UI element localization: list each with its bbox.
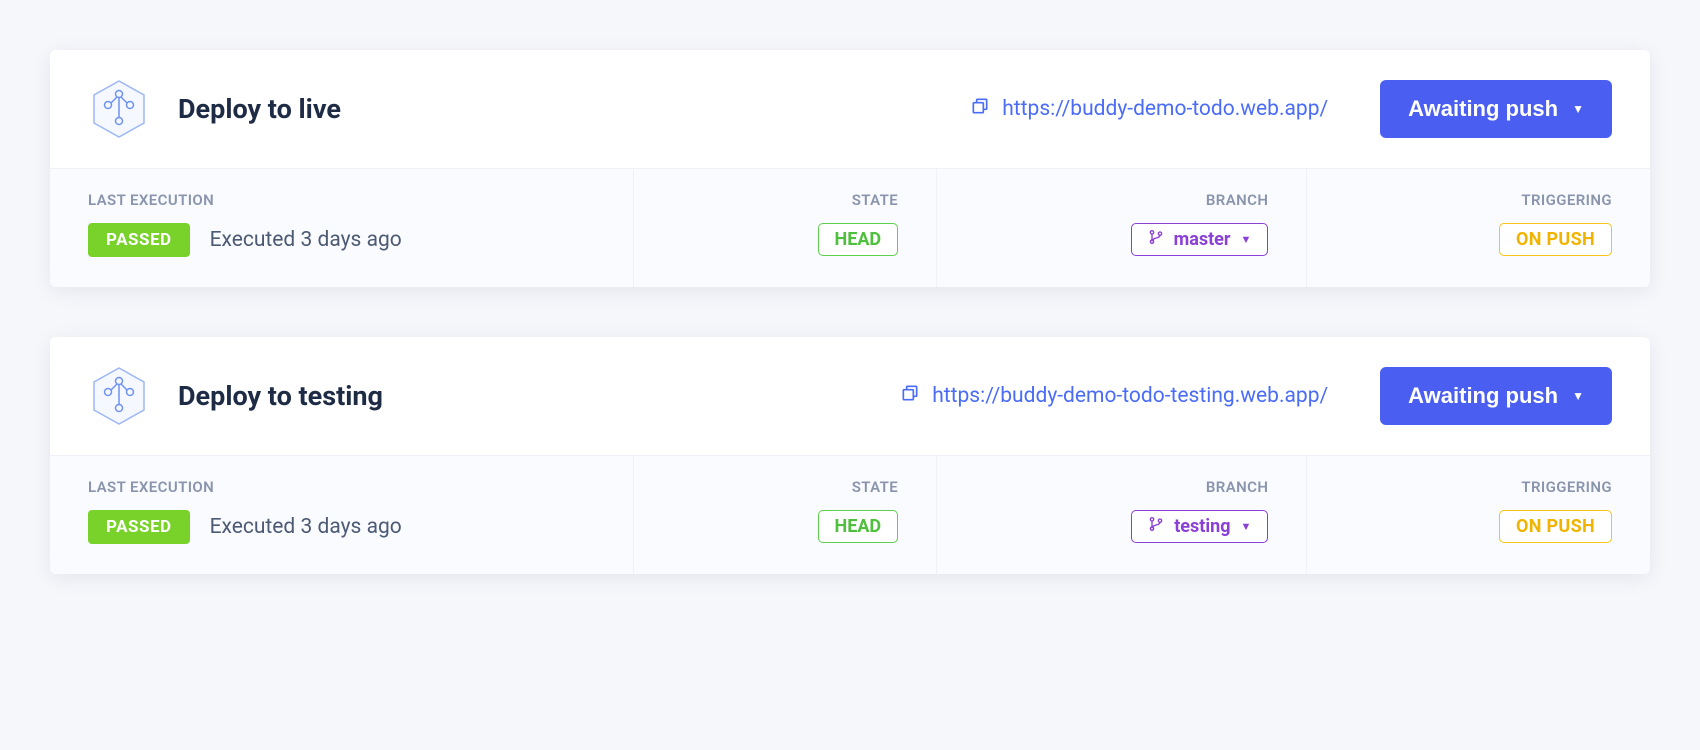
external-link-icon [970, 96, 990, 122]
status-badge: PASSED [88, 510, 190, 544]
branch-selector[interactable]: testing ▼ [1131, 510, 1268, 543]
status-badge: PASSED [88, 223, 190, 257]
branch-selector[interactable]: master ▼ [1131, 223, 1269, 256]
pipeline-meta-row: LAST EXECUTION PASSED Executed 3 days ag… [50, 455, 1650, 574]
pipeline-url-text: https://buddy-demo-todo.web.app/ [1002, 97, 1328, 121]
meta-branch: BRANCH master ▼ [937, 169, 1307, 287]
trigger-pill: ON PUSH [1499, 510, 1612, 543]
pipeline-meta-row: LAST EXECUTION PASSED Executed 3 days ag… [50, 168, 1650, 287]
label-triggering: TRIGGERING [1521, 478, 1612, 496]
pipeline-card: Deploy to live https://buddy-demo-todo.w… [50, 50, 1650, 287]
awaiting-push-label: Awaiting push [1408, 96, 1558, 122]
pipeline-url-link[interactable]: https://buddy-demo-todo.web.app/ [970, 96, 1328, 122]
awaiting-push-label: Awaiting push [1408, 383, 1558, 409]
pipeline-title[interactable]: Deploy to live [178, 93, 942, 125]
awaiting-push-button[interactable]: Awaiting push ▼ [1380, 367, 1612, 425]
meta-state: STATE HEAD [634, 456, 938, 574]
pipeline-card: Deploy to testing https://buddy-demo-tod… [50, 337, 1650, 574]
pipeline-title[interactable]: Deploy to testing [178, 380, 872, 412]
chevron-down-icon: ▼ [1572, 102, 1584, 116]
state-pill: HEAD [818, 223, 899, 256]
git-branch-icon [1148, 516, 1164, 537]
trigger-pill: ON PUSH [1499, 223, 1612, 256]
git-branch-icon [1148, 229, 1164, 250]
execution-time-text: Executed 3 days ago [210, 228, 402, 252]
label-triggering: TRIGGERING [1521, 191, 1612, 209]
label-last-execution: LAST EXECUTION [88, 478, 595, 496]
execution-time-text: Executed 3 days ago [210, 515, 402, 539]
label-state: STATE [852, 191, 898, 209]
pipeline-header: Deploy to testing https://buddy-demo-tod… [50, 337, 1650, 455]
meta-last-execution: LAST EXECUTION PASSED Executed 3 days ag… [50, 456, 634, 574]
state-pill: HEAD [818, 510, 899, 543]
label-branch: BRANCH [1206, 191, 1269, 209]
meta-last-execution: LAST EXECUTION PASSED Executed 3 days ag… [50, 169, 634, 287]
pipeline-icon [88, 365, 150, 427]
awaiting-push-button[interactable]: Awaiting push ▼ [1380, 80, 1612, 138]
meta-triggering: TRIGGERING ON PUSH [1307, 169, 1650, 287]
pipeline-icon [88, 78, 150, 140]
branch-name: master [1174, 229, 1231, 250]
execution-row: PASSED Executed 3 days ago [88, 510, 595, 544]
label-state: STATE [852, 478, 898, 496]
chevron-down-icon: ▼ [1241, 233, 1252, 246]
chevron-down-icon: ▼ [1241, 520, 1252, 533]
chevron-down-icon: ▼ [1572, 389, 1584, 403]
meta-triggering: TRIGGERING ON PUSH [1307, 456, 1650, 574]
pipeline-url-text: https://buddy-demo-todo-testing.web.app/ [932, 384, 1328, 408]
meta-branch: BRANCH testing ▼ [937, 456, 1307, 574]
label-last-execution: LAST EXECUTION [88, 191, 595, 209]
pipeline-header: Deploy to live https://buddy-demo-todo.w… [50, 50, 1650, 168]
execution-row: PASSED Executed 3 days ago [88, 223, 595, 257]
label-branch: BRANCH [1206, 478, 1269, 496]
branch-name: testing [1174, 516, 1230, 537]
pipeline-url-link[interactable]: https://buddy-demo-todo-testing.web.app/ [900, 383, 1328, 409]
meta-state: STATE HEAD [634, 169, 938, 287]
external-link-icon [900, 383, 920, 409]
